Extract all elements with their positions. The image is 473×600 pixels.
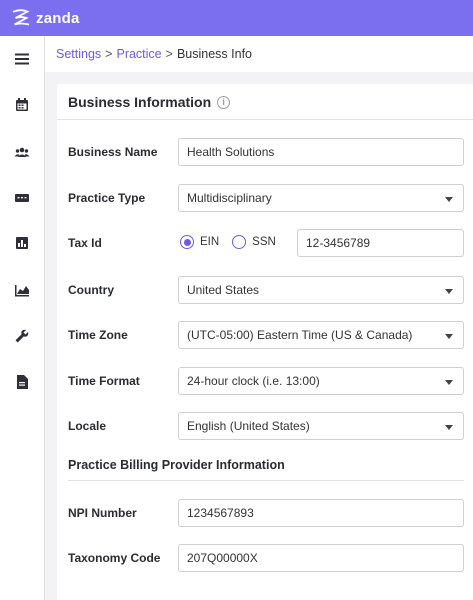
- breadcrumb-practice[interactable]: Practice: [116, 47, 161, 61]
- locale-value: English (United States): [187, 419, 310, 433]
- chevron-down-icon: [445, 380, 453, 385]
- practice-type-label: Practice Type: [68, 191, 146, 205]
- people-icon[interactable]: [13, 143, 31, 161]
- chevron-down-icon: [445, 334, 453, 339]
- country-value: United States: [187, 283, 260, 297]
- zanda-logo-icon[interactable]: [10, 7, 32, 29]
- practice-type-value: Multidisciplinary: [187, 191, 272, 205]
- taxonomy-input[interactable]: 207Q00000X: [178, 544, 464, 572]
- card-title-text: Business Information: [68, 94, 212, 110]
- country-label: Country: [68, 283, 114, 297]
- brand-name: zanda: [36, 9, 80, 27]
- area-chart-icon[interactable]: [13, 281, 31, 299]
- document-icon[interactable]: [13, 373, 31, 391]
- taxonomy-row: Taxonomy Code 207Q00000X: [57, 544, 473, 572]
- chevron-down-icon: [445, 289, 453, 294]
- chevron-down-icon: [445, 197, 453, 202]
- time-zone-row: Time Zone (UTC-05:00) Eastern Time (US &…: [57, 321, 473, 349]
- billing-section-title: Practice Billing Provider Information: [68, 458, 285, 472]
- npi-row: NPI Number 1234567893: [57, 499, 473, 527]
- tax-id-input[interactable]: 12-3456789: [297, 229, 464, 257]
- divider: [57, 119, 473, 120]
- business-info-card: Business Information i Business Name Hea…: [57, 84, 473, 600]
- time-zone-value: (UTC-05:00) Eastern Time (US & Canada): [187, 328, 413, 342]
- country-row: Country United States: [57, 276, 473, 304]
- breadcrumb-separator: >: [165, 47, 173, 61]
- breadcrumb-separator: >: [105, 47, 113, 61]
- time-format-label: Time Format: [68, 374, 140, 388]
- info-icon[interactable]: i: [217, 95, 231, 109]
- ssn-radio[interactable]: [232, 235, 247, 249]
- breadcrumb-settings[interactable]: Settings: [56, 47, 101, 61]
- country-select[interactable]: United States: [178, 276, 464, 304]
- practice-type-select[interactable]: Multidisciplinary: [178, 184, 464, 212]
- time-format-value: 24-hour clock (i.e. 13:00): [187, 374, 320, 388]
- business-name-input[interactable]: Health Solutions: [178, 138, 464, 166]
- business-name-row: Business Name Health Solutions: [57, 138, 473, 166]
- time-format-row: Time Format 24-hour clock (i.e. 13:00): [57, 367, 473, 395]
- ein-radio-label[interactable]: EIN: [200, 236, 219, 248]
- bar-chart-icon[interactable]: [13, 234, 31, 252]
- breadcrumb-current: Business Info: [176, 47, 252, 61]
- breadcrumb: Settings > Practice > Business Info: [45, 36, 473, 72]
- npi-input[interactable]: 1234567893: [178, 499, 464, 527]
- tax-id-label: Tax Id: [68, 236, 102, 250]
- sidebar: [0, 36, 45, 600]
- chevron-down-icon: [445, 425, 453, 430]
- locale-row: Locale English (United States): [57, 412, 473, 440]
- ein-radio[interactable]: [180, 235, 194, 249]
- business-name-label: Business Name: [68, 145, 158, 159]
- menu-icon[interactable]: [13, 50, 31, 68]
- tax-id-radio-group: EIN SSN: [180, 235, 289, 249]
- tax-id-row: Tax Id EIN SSN 12-3456789: [57, 229, 473, 257]
- taxonomy-label: Taxonomy Code: [68, 551, 161, 565]
- calendar-icon[interactable]: [13, 96, 31, 114]
- locale-select[interactable]: English (United States): [178, 412, 464, 440]
- top-bar: zanda: [0, 0, 473, 36]
- divider: [68, 480, 464, 481]
- sms-icon[interactable]: [13, 189, 31, 207]
- time-zone-label: Time Zone: [68, 328, 128, 342]
- ssn-radio-label[interactable]: SSN: [252, 236, 276, 248]
- wrench-icon[interactable]: [13, 327, 31, 345]
- practice-type-row: Practice Type Multidisciplinary: [57, 184, 473, 212]
- time-zone-select[interactable]: (UTC-05:00) Eastern Time (US & Canada): [178, 321, 464, 349]
- npi-label: NPI Number: [68, 506, 137, 520]
- locale-label: Locale: [68, 419, 107, 433]
- page-title: Business Information i: [68, 94, 231, 110]
- time-format-select[interactable]: 24-hour clock (i.e. 13:00): [178, 367, 464, 395]
